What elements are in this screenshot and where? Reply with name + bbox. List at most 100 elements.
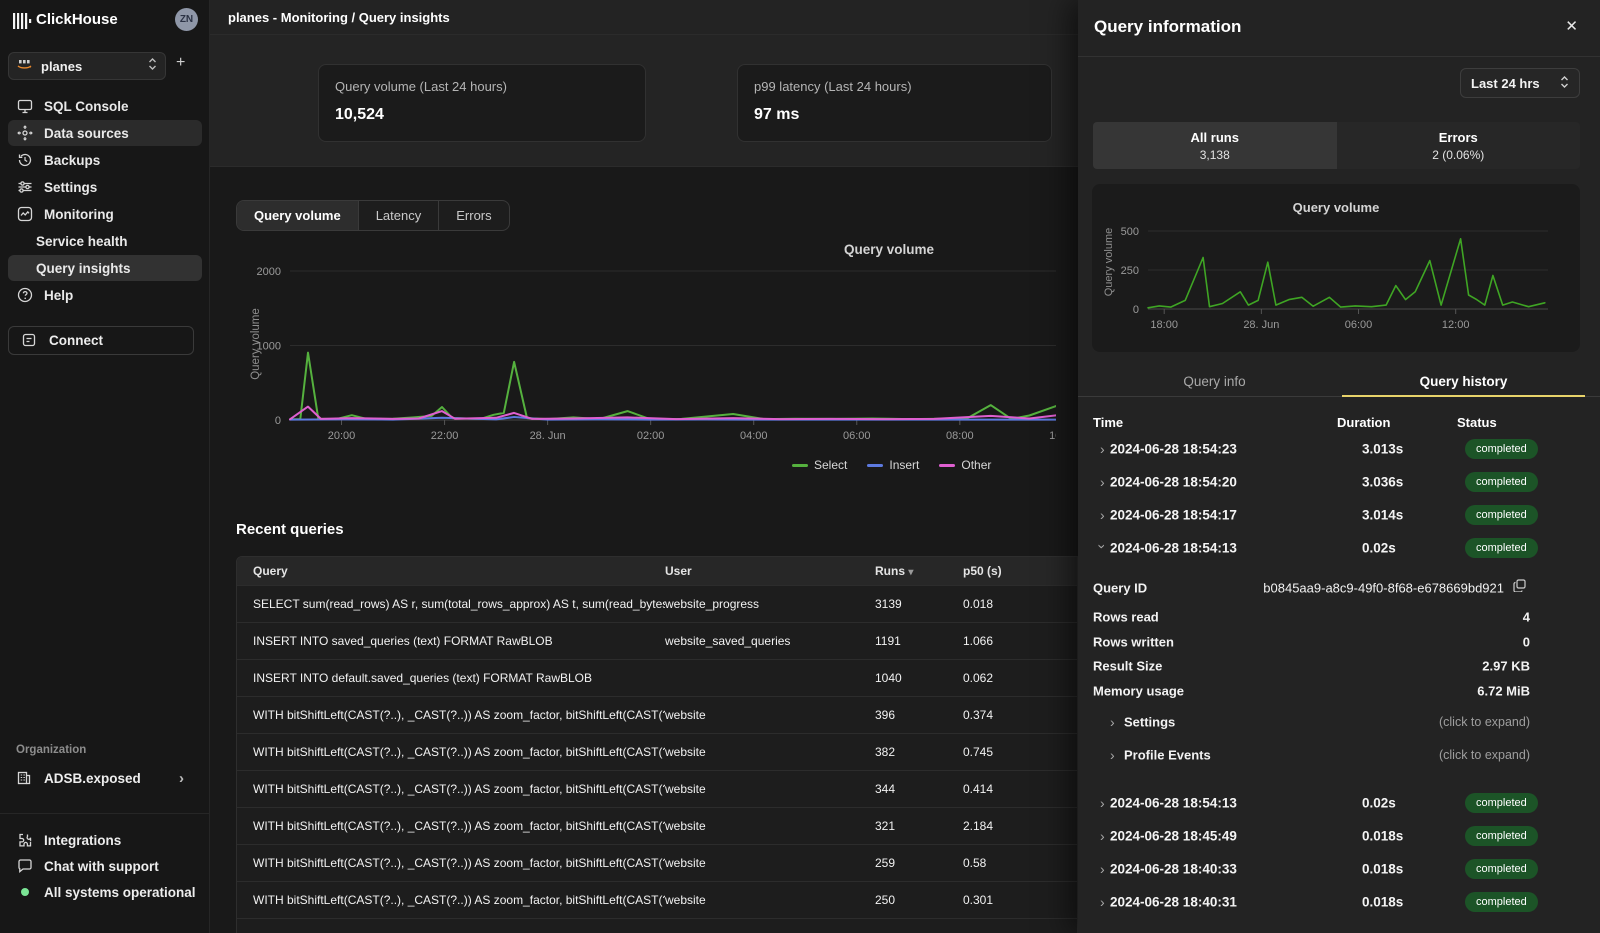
history-row[interactable]: › 2024-06-28 18:54:20 3.036s completed: [1078, 465, 1600, 498]
sidebar-item-monitoring[interactable]: Monitoring: [8, 201, 202, 227]
panel-title: Query information: [1094, 17, 1241, 37]
history-row[interactable]: › 2024-06-28 18:40:31 0.018s completed: [1078, 885, 1600, 918]
chevron-right-icon[interactable]: ›: [1100, 861, 1105, 877]
tab-latency[interactable]: Latency: [359, 201, 440, 230]
settings-sliders-icon: [16, 179, 33, 196]
mini-chart-card: Query volume Query volume 025050018:0028…: [1092, 184, 1580, 352]
brand-name: ClickHouse: [36, 11, 118, 28]
service-selector[interactable]: planes: [8, 52, 166, 80]
cell-p50: 0.745: [963, 745, 1077, 759]
svg-text:06:00: 06:00: [1345, 319, 1373, 331]
column-header-runs[interactable]: Runs ▾: [875, 564, 963, 578]
table-row[interactable]: WITH bitShiftLeft(CAST(?..), _CAST(?..))…: [237, 733, 1077, 770]
chevron-right-icon[interactable]: ›: [1100, 441, 1105, 457]
history-time: 2024-06-28 18:54:23: [1110, 441, 1237, 456]
chevron-right-icon[interactable]: ›: [1100, 894, 1105, 910]
expander-profile-events[interactable]: › Profile Events (click to expand): [1078, 742, 1600, 768]
add-service-button[interactable]: +: [176, 54, 185, 72]
column-header-p50: p50 (s): [963, 564, 1077, 578]
expander-settings[interactable]: › Settings (click to expand): [1078, 709, 1600, 735]
history-time: 2024-06-28 18:54:20: [1110, 474, 1237, 489]
chevron-right-icon[interactable]: ›: [1100, 507, 1105, 523]
detail-value: 0: [1523, 634, 1530, 649]
panel-header: Query information ✕: [1078, 0, 1600, 57]
svg-text:0: 0: [1133, 304, 1139, 316]
svg-text:12:00: 12:00: [1442, 319, 1470, 331]
history-row[interactable]: › 2024-06-28 18:54:23 3.013s completed: [1078, 432, 1600, 465]
tab-errors[interactable]: Errors: [439, 201, 508, 230]
user-avatar[interactable]: ZN: [175, 8, 198, 31]
chevron-right-icon[interactable]: ›: [1100, 795, 1105, 811]
organization-label: Organization: [16, 744, 86, 756]
cell-runs: 250: [875, 893, 963, 907]
tab-query-history[interactable]: Query history: [1342, 366, 1585, 397]
detail-row-query-id: Query ID b0845aa9-a8c9-49f0-8f68-e678669…: [1078, 575, 1600, 600]
chevron-down-icon[interactable]: ›: [1094, 544, 1110, 549]
sidebar-item-sql-console[interactable]: SQL Console: [8, 93, 202, 119]
history-duration: 0.018s: [1362, 894, 1403, 909]
expander-hint: (click to expand): [1439, 715, 1530, 729]
segment-value: 3,138: [1200, 148, 1230, 162]
recent-queries-heading: Recent queries: [236, 521, 344, 538]
chevron-right-icon: ›: [179, 770, 184, 787]
mini-query-volume-chart: Query volume Query volume 025050018:0028…: [1092, 184, 1580, 352]
history-row[interactable]: › 2024-06-28 18:45:49 0.018s completed: [1078, 819, 1600, 852]
sidebar-item-settings[interactable]: Settings: [8, 174, 202, 200]
chart-y-axis-label: Query volume: [1103, 202, 1115, 322]
table-row[interactable]: WITH bitShiftLeft(CAST(?..), _CAST(?..))…: [237, 844, 1077, 881]
chart-title: Query volume: [1271, 200, 1401, 215]
sidebar-item-service-health[interactable]: Service health: [8, 228, 202, 254]
sidebar-item-data-sources[interactable]: Data sources: [8, 120, 202, 146]
sidebar-item-chat-support[interactable]: Chat with support: [8, 854, 202, 878]
svg-text:06:00: 06:00: [843, 430, 871, 442]
connect-button-label: Connect: [49, 333, 103, 348]
connect-button[interactable]: Connect: [8, 326, 194, 355]
cell-p50: 1.066: [963, 634, 1077, 648]
chevron-right-icon[interactable]: ›: [1100, 828, 1105, 844]
close-icon[interactable]: ✕: [1565, 17, 1578, 35]
table-row[interactable]: WITH bitShiftLeft(CAST(?..), _CAST(?..))…: [237, 881, 1077, 918]
sort-desc-icon: ▾: [908, 567, 913, 578]
history-row-expanded[interactable]: › 2024-06-28 18:54:13 0.02s completed: [1078, 531, 1600, 564]
detail-value: 2.97 KB: [1482, 658, 1530, 673]
stats-band: Query volume (Last 24 hours) 10,524 p99 …: [210, 35, 1078, 167]
history-row[interactable]: › 2024-06-28 18:54:13 0.02s completed: [1078, 786, 1600, 819]
chevron-updown-icon: [1560, 75, 1569, 92]
time-range-select[interactable]: Last 24 hrs: [1460, 68, 1580, 98]
sidebar-item-label: Chat with support: [44, 859, 159, 874]
table-row[interactable]: INSERT INTO default.saved_queries (text)…: [237, 659, 1077, 696]
segment-errors[interactable]: Errors 2 (0.06%): [1337, 122, 1581, 169]
table-row-partial[interactable]: [237, 918, 1077, 933]
panel-tabs: Query info Query history: [1078, 366, 1600, 397]
sidebar-item-help[interactable]: Help: [8, 282, 202, 308]
status-dot-icon: [16, 884, 33, 901]
table-row[interactable]: SELECT sum(read_rows) AS r, sum(total_ro…: [237, 585, 1077, 622]
history-duration: 0.02s: [1362, 540, 1396, 555]
history-row[interactable]: › 2024-06-28 18:54:17 3.014s completed: [1078, 498, 1600, 531]
sidebar-item-query-insights[interactable]: Query insights: [8, 255, 202, 281]
svg-text:500: 500: [1121, 226, 1139, 238]
segment-all-runs[interactable]: All runs 3,138: [1093, 122, 1337, 169]
history-duration: 0.018s: [1362, 861, 1403, 876]
table-row[interactable]: WITH bitShiftLeft(CAST(?..), _CAST(?..))…: [237, 770, 1077, 807]
history-row[interactable]: › 2024-06-28 18:40:33 0.018s completed: [1078, 852, 1600, 885]
chevron-right-icon[interactable]: ›: [1100, 474, 1105, 490]
cell-p50: 0.374: [963, 708, 1077, 722]
sidebar-item-integrations[interactable]: Integrations: [8, 828, 202, 852]
table-row[interactable]: WITH bitShiftLeft(CAST(?..), _CAST(?..))…: [237, 696, 1077, 733]
history-time: 2024-06-28 18:54:17: [1110, 507, 1237, 522]
table-row[interactable]: INSERT INTO saved_queries (text) FORMAT …: [237, 622, 1077, 659]
sidebar-item-label: Service health: [36, 234, 128, 249]
table-row[interactable]: WITH bitShiftLeft(CAST(?..), _CAST(?..))…: [237, 807, 1077, 844]
organization-icon: [16, 770, 33, 787]
copy-icon[interactable]: [1513, 579, 1526, 597]
sidebar-item-backups[interactable]: Backups: [8, 147, 202, 173]
segment-label: All runs: [1191, 130, 1239, 145]
organization-switcher[interactable]: ADSB.exposed ›: [8, 764, 194, 792]
tab-query-volume[interactable]: Query volume: [237, 201, 359, 230]
cell-runs: 1040: [875, 671, 963, 685]
system-status[interactable]: All systems operational: [8, 880, 202, 904]
history-duration: 0.02s: [1362, 795, 1396, 810]
sidebar-item-label: Monitoring: [44, 207, 114, 222]
tab-query-info[interactable]: Query info: [1093, 366, 1336, 397]
